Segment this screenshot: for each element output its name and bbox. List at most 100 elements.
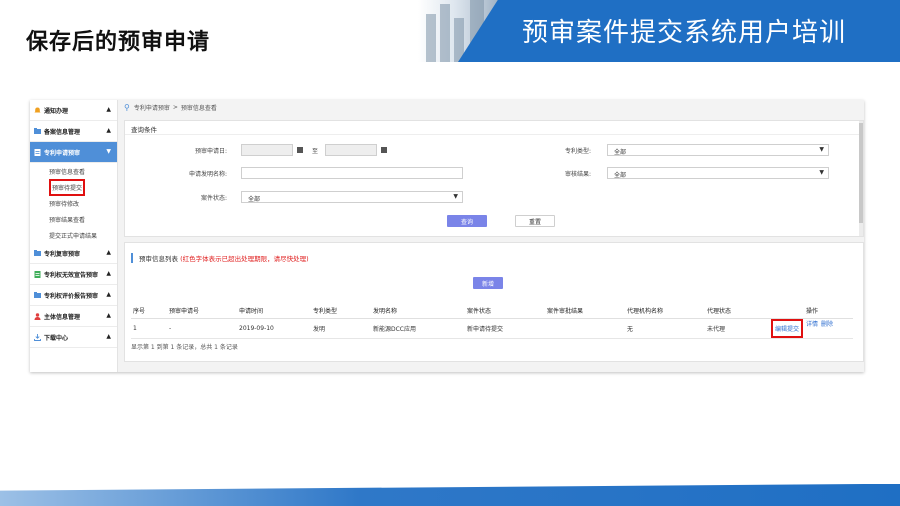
case-status-label: 案件状态: [200,195,227,202]
sidebar-group-entity[interactable]: 主体信息管理 ▲ [30,306,117,327]
list-title: 预审信息列表 (红色字体表示已超出处理期限，请尽快处理) [131,253,309,263]
sidebar-group-reexam[interactable]: 专利复审预审 ▲ [30,243,117,264]
overdue-note: (红色字体表示已超出处理期限，请尽快处理) [180,255,309,263]
query-panel: 查询条件 预审申请日: 至 专利类型: 全部 ▼ 申请发明名称: 审核结果: 全… [124,120,864,237]
reset-button[interactable]: 重置 [515,215,555,227]
date-label: 预审申请日: [194,148,227,155]
column-header: 代理状态 [705,304,769,319]
chevron-down-icon: ▼ [819,169,824,176]
column-header: 案件状态 [465,304,545,319]
breadcrumb-current: 预审信息查看 [180,105,217,112]
column-header: 专利类型 [311,304,371,319]
sidebar: 通知办理 ▲ 备案信息管理 ▲ 专利申请预审 ▼ 预审信息查看 预审待提交 预审… [30,100,118,372]
chevron-up-icon[interactable]: ▲ [106,291,111,298]
review-result-select[interactable]: 全部 ▼ [607,167,829,179]
chevron-up-icon[interactable]: ▲ [106,312,111,319]
cell-approval-result [545,318,625,339]
sidebar-group-filing[interactable]: 备案信息管理 ▲ [30,121,117,142]
breadcrumb-separator: > [172,104,178,111]
date-start-input[interactable] [241,144,293,156]
banner-title: 预审案件提交系统用户培训 [522,18,847,48]
query-button[interactable]: 查询 [447,215,487,227]
patent-type-label: 专利类型: [564,148,591,155]
cell-agency-name: 无 [625,318,705,339]
sidebar-group-label: 下载中心 [44,334,69,342]
sidebar-group-label: 专利权评价报告预审 [44,292,99,300]
slide-title: 保存后的预审申请 [26,30,211,55]
chevron-down-icon: ▼ [453,193,458,200]
edit-submit-link[interactable]: 编辑提交 [771,318,804,338]
cell-case-status: 新申请待提交 [465,318,545,339]
sidebar-item-pending-submit[interactable]: 预审待提交 [30,178,117,196]
scrollbar[interactable] [859,121,863,236]
column-header: 案件审批结果 [545,304,625,319]
case-status-select[interactable]: 全部 ▼ [241,191,463,203]
cell-index: 1 [131,318,167,339]
date-end-input[interactable] [325,144,377,156]
calendar-icon[interactable] [297,147,303,153]
user-icon: ⚲ [124,103,130,112]
detail-link[interactable]: 详情 [806,319,818,338]
column-header: 代理机构名称 [625,304,705,319]
patent-type-select[interactable]: 全部 ▼ [607,144,829,156]
table-row: 1 - 2019-09-10 发明 新能源DCC应用 新申请待提交 无 未代理 … [131,318,853,339]
header-banner: 预审案件提交系统用户培训 [418,0,900,62]
document-icon [34,149,41,156]
user-icon [34,313,41,320]
sidebar-item-pre-review-info[interactable]: 预审信息查看 [30,163,117,179]
column-header: 序号 [131,304,167,319]
chevron-up-icon[interactable]: ▲ [106,333,111,340]
sidebar-group-invalidation[interactable]: 专利权无效宣告预审 ▲ [30,264,117,285]
table-header-row: 序号 预审申请号 申请时间 专利类型 发明名称 案件状态 案件审批结果 代理机构… [131,304,853,319]
sidebar-group-label: 专利申请预审 [44,149,81,157]
calendar-icon[interactable] [381,147,387,153]
date-to-label: 至 [312,148,319,155]
document-icon [34,271,41,278]
sidebar-group-notice[interactable]: 通知办理 ▲ [30,100,117,121]
list-panel: 预审信息列表 (红色字体表示已超出处理期限，请尽快处理) 新增 序号 预审申请号… [124,242,864,362]
download-icon [34,334,41,341]
app-window: 通知办理 ▲ 备案信息管理 ▲ 专利申请预审 ▼ 预审信息查看 预审待提交 预审… [30,100,864,372]
bell-icon [34,107,41,113]
sidebar-group-download[interactable]: 下载中心 ▲ [30,327,117,348]
folder-icon [34,292,41,298]
cell-agency-status: 未代理 [705,318,769,339]
invention-name-input[interactable] [241,167,463,179]
folder-icon [34,128,41,134]
add-button[interactable]: 新增 [473,277,503,289]
breadcrumb-root[interactable]: 专利申请预审 [134,103,170,112]
invention-name-label: 申请发明名称: [188,171,227,178]
sidebar-item-formal-result[interactable]: 提交正式申请结果 [30,227,117,243]
sidebar-group-patent-pre-review[interactable]: 专利申请预审 ▼ [30,142,117,163]
chevron-up-icon[interactable]: ▲ [106,249,111,256]
chevron-up-icon[interactable]: ▲ [106,127,111,134]
sidebar-group-label: 专利复审预审 [44,250,81,258]
sidebar-group-evaluation[interactable]: 专利权评价报告预审 ▲ [30,285,117,306]
main-content: ⚲ 专利申请预审 > 预审信息查看 查询条件 预审申请日: 至 专利类型: 全部… [118,100,864,372]
column-header: 操作 [769,304,853,319]
chevron-down-icon[interactable]: ▼ [106,148,111,155]
sidebar-item-pending-modify[interactable]: 预审待修改 [30,195,117,211]
cell-actions: 编辑提交 详情 删除 [769,318,853,339]
folder-icon [34,250,41,256]
sidebar-group-label: 备案信息管理 [44,128,81,136]
pre-review-table: 序号 预审申请号 申请时间 专利类型 发明名称 案件状态 案件审批结果 代理机构… [131,304,853,339]
chevron-up-icon[interactable]: ▲ [106,270,111,277]
pagination-info: 显示第 1 到第 1 条记录，总共 1 条记录 [131,344,238,351]
column-header: 预审申请号 [167,304,237,319]
chevron-down-icon: ▼ [819,146,824,153]
breadcrumb: ⚲ 专利申请预审 > 预审信息查看 [124,103,217,112]
delete-link[interactable]: 删除 [821,319,833,338]
sidebar-group-label: 主体信息管理 [44,313,81,321]
row-actions: 编辑提交 详情 删除 [771,318,853,338]
cell-patent-type: 发明 [311,318,371,339]
column-header: 申请时间 [237,304,311,319]
cell-apply-time: 2019-09-10 [237,318,311,339]
column-header: 发明名称 [371,304,465,319]
cell-invention-name: 新能源DCC应用 [371,318,465,339]
bottom-decorative-bar [0,484,900,506]
cell-application-number: - [167,318,237,339]
sidebar-item-result-view[interactable]: 预审结果查看 [30,211,117,227]
query-panel-title: 查询条件 [125,121,863,135]
chevron-up-icon[interactable]: ▲ [106,106,111,113]
